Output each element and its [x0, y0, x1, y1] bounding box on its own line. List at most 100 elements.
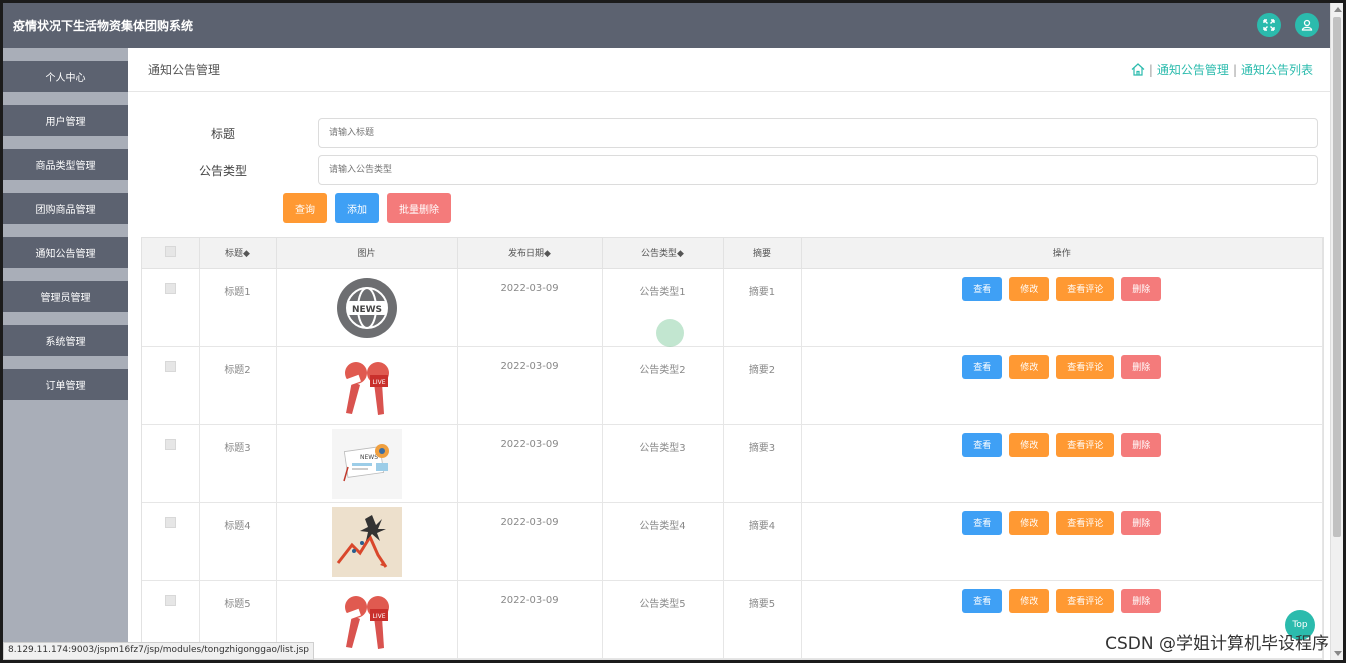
row-actions: 查看 修改 查看评论 删除	[802, 354, 1323, 379]
add-button[interactable]: 添加	[335, 193, 379, 223]
edit-button[interactable]: 修改	[1009, 354, 1050, 379]
column-header-type[interactable]: 公告类型◆	[602, 238, 724, 269]
title-search-row: 标题	[128, 118, 1318, 148]
view-comments-button[interactable]: 查看评论	[1056, 432, 1115, 457]
table-row: 标题2 LIVE 2022-03-09 公告类型2 摘要2 查看 修改 查看评论…	[142, 346, 1323, 425]
row-summary: 摘要4	[723, 502, 802, 581]
row-checkbox[interactable]	[164, 282, 176, 294]
sidebar-item-admins[interactable]: 管理员管理	[3, 281, 128, 312]
edit-button[interactable]: 修改	[1009, 432, 1050, 457]
row-type: 公告类型2	[602, 346, 724, 425]
row-summary: 摘要3	[723, 424, 802, 503]
row-date: 2022-03-09	[457, 502, 603, 581]
row-checkbox[interactable]	[164, 360, 176, 372]
view-button[interactable]: 查看	[962, 432, 1003, 457]
sidebar: 个人中心 用户管理 商品类型管理 团购商品管理 通知公告管理 管理员管理 系统管…	[3, 48, 128, 660]
vertical-scrollbar[interactable]	[1330, 3, 1343, 660]
main-content: 通知公告管理 | 通知公告管理 | 通知公告列表 标题 公告类型 查询 添加 批…	[128, 48, 1333, 660]
sidebar-item-product-types[interactable]: 商品类型管理	[3, 149, 128, 180]
row-date: 2022-03-09	[457, 580, 603, 659]
top-icons	[1257, 13, 1319, 37]
row-actions: 查看 修改 查看评论 删除	[802, 588, 1323, 613]
live-microphone-icon: LIVE	[331, 584, 402, 655]
sidebar-item-system[interactable]: 系统管理	[3, 325, 128, 356]
view-comments-button[interactable]: 查看评论	[1056, 354, 1115, 379]
expand-arrows-icon	[1263, 19, 1275, 31]
delete-button[interactable]: 删除	[1121, 432, 1162, 457]
user-profile-button[interactable]	[1295, 13, 1319, 37]
delete-button[interactable]: 删除	[1121, 276, 1162, 301]
type-label: 公告类型	[198, 163, 247, 178]
top-bar: 疫情状况下生活物资集体团购系统	[3, 3, 1333, 48]
row-checkbox[interactable]	[164, 594, 176, 606]
sidebar-item-announcements[interactable]: 通知公告管理	[3, 237, 128, 268]
news-globe-icon: NEWS	[331, 272, 402, 343]
table-row: 标题3 NEWS 2022-03-09 公告类型3 摘要3 查看 修改 查看评论…	[142, 424, 1323, 503]
breadcrumb-item-announcements[interactable]: 通知公告管理	[1157, 61, 1229, 78]
sidebar-item-group-products[interactable]: 团购商品管理	[3, 193, 128, 224]
row-title: 标题4	[199, 502, 277, 581]
edit-button[interactable]: 修改	[1009, 588, 1050, 613]
user-icon	[1301, 19, 1313, 31]
column-header-actions: 操作	[801, 238, 1323, 269]
row-actions: 查看 修改 查看评论 删除	[802, 510, 1323, 535]
delete-button[interactable]: 删除	[1121, 510, 1162, 535]
breadcrumb-separator: |	[1148, 62, 1153, 77]
delete-button[interactable]: 删除	[1121, 588, 1162, 613]
delete-button[interactable]: 删除	[1121, 354, 1162, 379]
row-type: 公告类型5	[602, 580, 724, 659]
scroll-up-icon[interactable]	[1334, 7, 1342, 12]
select-all-header[interactable]	[142, 238, 200, 269]
svg-text:NEWS: NEWS	[360, 454, 378, 461]
action-buttons: 查询 添加 批量删除	[283, 193, 451, 223]
scroll-down-icon[interactable]	[1334, 651, 1342, 656]
page-title: 通知公告管理	[148, 63, 221, 77]
title-search-input[interactable]	[318, 118, 1318, 148]
watermark: CSDN @学姐计算机毕设程序	[1105, 634, 1329, 654]
row-date: 2022-03-09	[457, 346, 603, 425]
view-comments-button[interactable]: 查看评论	[1056, 588, 1115, 613]
breadcrumb-separator: |	[1232, 62, 1237, 77]
edit-button[interactable]: 修改	[1009, 276, 1050, 301]
column-header-title[interactable]: 标题◆	[199, 238, 277, 269]
view-button[interactable]: 查看	[962, 510, 1003, 535]
sidebar-item-personal-center[interactable]: 个人中心	[3, 61, 128, 92]
type-search-input[interactable]	[318, 155, 1318, 185]
home-icon[interactable]	[1131, 63, 1145, 76]
fullscreen-button[interactable]	[1257, 13, 1281, 37]
row-checkbox[interactable]	[164, 438, 176, 450]
column-header-date[interactable]: 发布日期◆	[457, 238, 603, 269]
click-indicator	[656, 319, 684, 347]
sidebar-item-orders[interactable]: 订单管理	[3, 369, 128, 400]
breadcrumb-item-announcement-list[interactable]: 通知公告列表	[1241, 61, 1313, 78]
svg-text:NEWS: NEWS	[351, 305, 381, 315]
view-button[interactable]: 查看	[962, 588, 1003, 613]
stock-chart-icon	[331, 506, 402, 577]
sidebar-item-users[interactable]: 用户管理	[3, 105, 128, 136]
row-summary: 摘要2	[723, 346, 802, 425]
type-search-row: 公告类型	[128, 155, 1318, 185]
query-button[interactable]: 查询	[283, 193, 327, 223]
svg-text:LIVE: LIVE	[372, 613, 385, 620]
row-summary: 摘要5	[723, 580, 802, 659]
batch-delete-button[interactable]: 批量删除	[387, 193, 451, 223]
column-header-image: 图片	[276, 238, 458, 269]
title-label: 标题	[210, 126, 235, 141]
view-comments-button[interactable]: 查看评论	[1056, 276, 1115, 301]
view-button[interactable]: 查看	[962, 354, 1003, 379]
view-button[interactable]: 查看	[962, 276, 1003, 301]
view-comments-button[interactable]: 查看评论	[1056, 510, 1115, 535]
row-type: 公告类型3	[602, 424, 724, 503]
edit-button[interactable]: 修改	[1009, 510, 1050, 535]
newspaper-icon: NEWS	[331, 428, 402, 499]
row-checkbox[interactable]	[164, 516, 176, 528]
select-all-checkbox[interactable]	[164, 245, 176, 257]
column-header-summary: 摘要	[723, 238, 802, 269]
scrollbar-thumb[interactable]	[1333, 17, 1341, 537]
announcement-table: 标题◆ 图片 发布日期◆ 公告类型◆ 摘要 操作 标题1 NEWS 2022-0…	[141, 237, 1324, 660]
row-title: 标题3	[199, 424, 277, 503]
header-bar: 通知公告管理 | 通知公告管理 | 通知公告列表	[128, 48, 1333, 92]
app-window: 疫情状况下生活物资集体团购系统 个人中心 用户管理 商品类型管理 团购商品管理 …	[0, 0, 1346, 663]
table-row: 标题1 NEWS 2022-03-09 公告类型1 摘要1 查看 修改 查看评论…	[142, 268, 1323, 347]
status-bar-url: 8.129.11.174:9003/jspm16fz7/jsp/modules/…	[3, 642, 315, 660]
